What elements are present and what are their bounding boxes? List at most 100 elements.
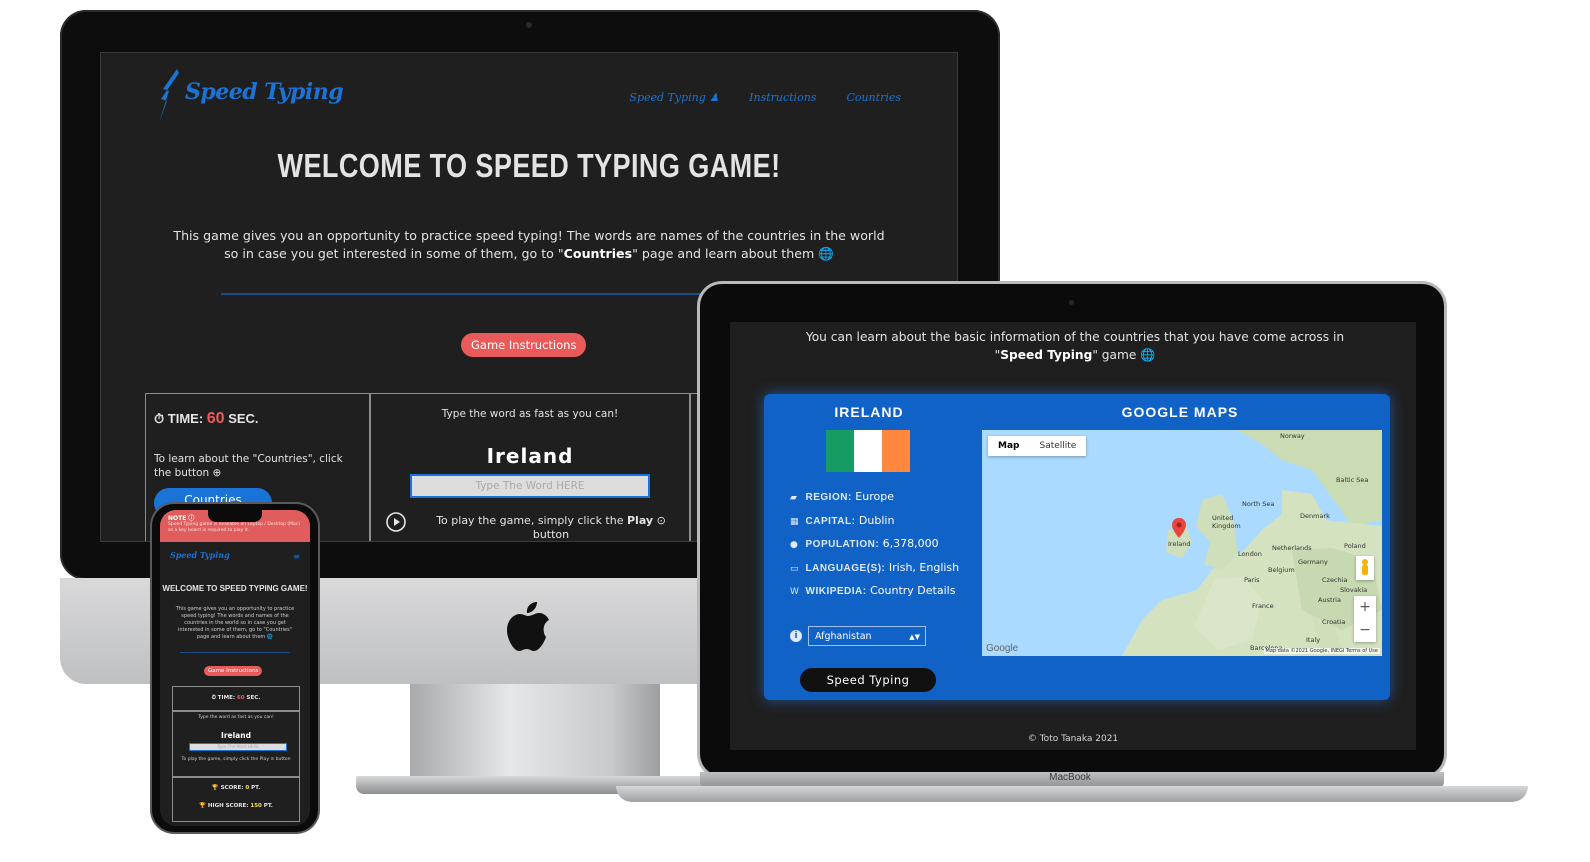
map-label: Slovakia bbox=[1340, 586, 1368, 594]
zoom-in-button[interactable]: + bbox=[1354, 596, 1376, 619]
word-input[interactable]: Type The Word HERE bbox=[410, 474, 650, 498]
note-text: Speed Typing game is available on Laptop… bbox=[168, 522, 300, 533]
intro-text-end: " page and learn about them 🌐 bbox=[632, 246, 834, 261]
map-label: Denmark bbox=[1300, 512, 1330, 520]
phone-score: 🏆 SCORE: 0 PT. bbox=[173, 785, 299, 791]
building-icon: ▦ bbox=[790, 516, 799, 527]
wikipedia-icon: W bbox=[790, 587, 799, 597]
time-label: TIME: bbox=[167, 411, 204, 426]
play-icon[interactable] bbox=[386, 512, 406, 532]
map-label: United Kingdom bbox=[1212, 514, 1241, 530]
time-unit: SEC. bbox=[228, 411, 259, 426]
phone-notch bbox=[208, 510, 262, 522]
speed-typing-button[interactable]: Speed Typing bbox=[800, 668, 936, 692]
learn-text: To learn about the "Countries", click th… bbox=[154, 453, 343, 479]
map-label: Croatia bbox=[1322, 618, 1346, 626]
zoom-out-button[interactable]: − bbox=[1354, 619, 1376, 642]
phone-logo[interactable]: Speed Typing bbox=[170, 550, 230, 560]
phone-timer: ⏱ TIME: 60 SEC. bbox=[173, 695, 299, 702]
desktop-logo[interactable]: Speed Typing bbox=[157, 67, 344, 125]
phone-type-hint: Type the word as fast as you can! bbox=[198, 715, 274, 720]
nav-speed-typing[interactable]: Speed Typing ♟ bbox=[629, 91, 719, 104]
capital-row: ▦ CAPITAL: Dublin bbox=[790, 514, 970, 529]
lightning-icon bbox=[159, 69, 179, 123]
current-word: Ireland bbox=[486, 444, 574, 468]
imac-stand bbox=[410, 684, 660, 780]
country-flag bbox=[826, 430, 910, 472]
phone-game-instructions-button[interactable]: Game Instructions bbox=[204, 666, 263, 676]
intro-text: This game gives you an opportunity to pr… bbox=[165, 227, 893, 263]
phone-time-label: ⏱ TIME: bbox=[211, 695, 236, 701]
google-logo: Google bbox=[986, 643, 1019, 654]
game-panel: Type the word as fast as you can! Irelan… bbox=[369, 393, 691, 541]
play-instructions: To play the game, simply click the Play … bbox=[426, 514, 676, 541]
language-row: ▭ LANGUAGE(S): Irish, English bbox=[790, 561, 970, 576]
street-view-pegman-icon[interactable] bbox=[1356, 556, 1374, 580]
phone-time-unit: SEC. bbox=[246, 695, 261, 701]
map-tab-map[interactable]: Map bbox=[988, 436, 1029, 456]
users-icon: ● bbox=[790, 540, 798, 550]
map-label: Czechia bbox=[1322, 576, 1348, 584]
map-label: Germany bbox=[1298, 558, 1328, 566]
map-label: Italy bbox=[1306, 636, 1321, 644]
play-text-start: To play the game, simply click the bbox=[436, 514, 627, 527]
language-value: Irish, English bbox=[888, 560, 960, 574]
nav-countries[interactable]: Countries bbox=[846, 91, 901, 104]
country-card: IRELAND ▰ REGION: Europe ▦ CAPITAL: Dubl… bbox=[764, 394, 1390, 700]
info-icon: i bbox=[790, 630, 802, 642]
page-title: WELCOME TO SPEED TYPING GAME! bbox=[277, 147, 781, 184]
stopwatch-icon: ⏱ bbox=[154, 411, 165, 426]
map-label: London bbox=[1238, 550, 1262, 558]
iphone-frame: NOTE ⓘ Speed Typing game is available on… bbox=[152, 504, 318, 832]
map-label: Netherlands bbox=[1272, 544, 1312, 552]
pegman-figure-icon bbox=[1362, 559, 1368, 575]
macbook-brand: MacBook bbox=[1049, 772, 1091, 783]
phone-high-label: 🏆 HIGH SCORE: bbox=[199, 803, 249, 809]
phone-divider bbox=[180, 652, 290, 653]
desktop-nav: Speed Typing ♟ Instructions Countries bbox=[629, 91, 901, 104]
country-name: IRELAND bbox=[834, 404, 904, 420]
map-tab-satellite[interactable]: Satellite bbox=[1029, 436, 1086, 456]
country-info-list: ▰ REGION: Europe ▦ CAPITAL: Dublin ● POP… bbox=[790, 490, 970, 608]
game-instructions-button[interactable]: Game Instructions bbox=[461, 333, 587, 357]
note-title: NOTE ⓘ bbox=[168, 515, 195, 522]
phone-screen: NOTE ⓘ Speed Typing game is available on… bbox=[160, 510, 310, 826]
map-label: Paris bbox=[1244, 576, 1260, 584]
time-value: 60 bbox=[206, 410, 225, 427]
flag-stripe-white bbox=[854, 430, 882, 472]
phone-high-score: 🏆 HIGH SCORE: 150 PT. bbox=[173, 803, 299, 809]
nav-instructions[interactable]: Instructions bbox=[749, 91, 816, 104]
maps-title: GOOGLE MAPS bbox=[1121, 404, 1239, 420]
country-select-value: Afghanistan bbox=[815, 631, 872, 642]
map-label: North Sea bbox=[1242, 500, 1275, 508]
phone-timer-box: ⏱ TIME: 60 SEC. bbox=[172, 686, 300, 712]
laptop-screen: You can learn about the basic informatio… bbox=[730, 322, 1416, 750]
population-row: ● POPULATION: 6,378,000 bbox=[790, 537, 970, 552]
map-label: Ireland bbox=[1168, 540, 1191, 548]
flag-stripe-orange bbox=[882, 430, 910, 472]
hamburger-menu-icon[interactable]: ≡ bbox=[293, 552, 300, 561]
footer: © Toto Tanaka 2021 bbox=[1027, 734, 1119, 744]
map-attribution[interactable]: Map data ©2021 Google, INEGI Terms of Us… bbox=[1263, 648, 1380, 654]
country-select[interactable]: Afghanistan ▲▼ bbox=[808, 626, 926, 646]
region-row: ▰ REGION: Europe bbox=[790, 490, 970, 505]
phone-score-value: 0 bbox=[245, 785, 250, 791]
map-label: France bbox=[1252, 602, 1274, 610]
phone-word-input[interactable]: Type The Word HERE bbox=[189, 743, 287, 751]
map-label: Austria bbox=[1318, 596, 1341, 604]
map-label: Baltic Sea bbox=[1336, 476, 1369, 484]
map-label: Belgium bbox=[1268, 566, 1295, 574]
google-map[interactable]: Map Satellite Norway Baltic Sea North Se… bbox=[982, 430, 1382, 656]
region-value: Europe bbox=[855, 490, 894, 503]
imac-camera bbox=[526, 22, 532, 28]
phone-game-box: Type the word as fast as you can! Irelan… bbox=[172, 710, 300, 778]
population-label: POPULATION: bbox=[805, 539, 880, 550]
phone-current-word: Ireland bbox=[221, 731, 251, 740]
phone-score-box: 🏆 SCORE: 0 PT. 🏆 HIGH SCORE: 150 PT. bbox=[172, 776, 300, 822]
wikipedia-row: W WIKIPEDIA: Country Details bbox=[790, 584, 970, 599]
capital-label: CAPITAL: bbox=[805, 515, 856, 527]
population-value: 6,378,000 bbox=[882, 537, 939, 550]
map-pin-icon[interactable] bbox=[1172, 518, 1186, 538]
wikipedia-link[interactable]: Country Details bbox=[870, 584, 955, 597]
phone-high-value: 150 bbox=[250, 803, 262, 809]
